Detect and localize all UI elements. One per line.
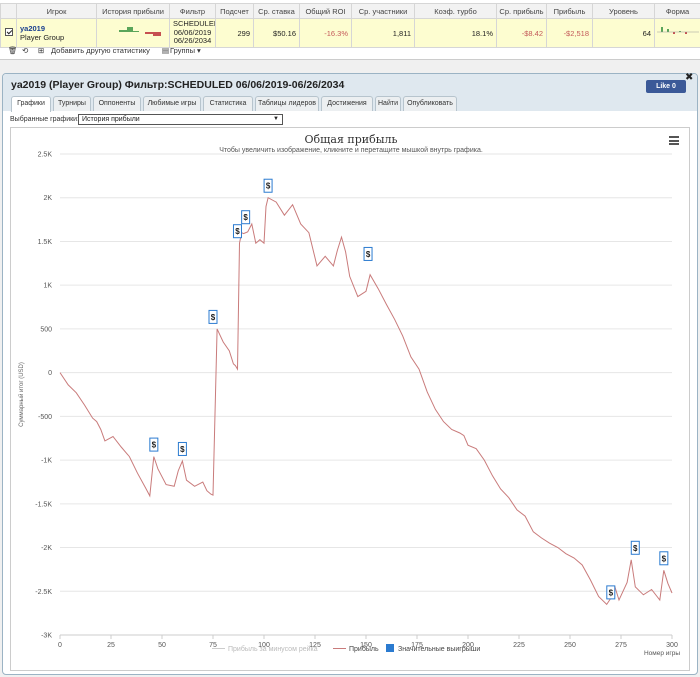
y-tick-label: -2K bbox=[41, 545, 52, 552]
chevron-down-icon[interactable]: ▾ bbox=[197, 46, 201, 55]
col-form[interactable]: Форма bbox=[654, 3, 700, 19]
level-value: 64 bbox=[592, 18, 655, 48]
profit-chart[interactable]: Общая прибыльЧтобы увеличить изображение… bbox=[11, 128, 691, 672]
y-tick-label: 1.5K bbox=[38, 239, 53, 246]
significant-win-label: $ bbox=[266, 182, 271, 191]
col-avg-profit[interactable]: Ср. прибыль bbox=[496, 3, 547, 19]
chart-subtitle: Чтобы увеличить изображение, кликните и … bbox=[219, 146, 483, 154]
y-tick-label: 500 bbox=[40, 326, 52, 333]
add-stat-link[interactable]: Добавить другую статистику bbox=[51, 46, 150, 55]
col-roi[interactable]: Общий ROI bbox=[299, 3, 352, 19]
x-tick-label: 225 bbox=[513, 642, 525, 649]
x-tick-label: 300 bbox=[666, 642, 678, 649]
tab-statistics[interactable]: Статистика bbox=[203, 96, 253, 111]
y-tick-label: 1K bbox=[43, 283, 52, 290]
avg-profit-value: -$8.42 bbox=[496, 18, 547, 48]
significant-win-label: $ bbox=[180, 445, 185, 454]
refresh-icon[interactable]: ⟲ bbox=[22, 46, 28, 55]
col-avg-entrants[interactable]: Ср. участники bbox=[351, 3, 415, 19]
col-avg-stake[interactable]: Ср. ставка bbox=[253, 3, 300, 19]
player-panel: ya2019 (Player Group) Фильтр:SCHEDULED 0… bbox=[2, 72, 698, 675]
significant-win-label: $ bbox=[633, 544, 638, 553]
y-tick-label: -2.5K bbox=[35, 589, 52, 596]
table-row: ya2019 Player Group SCHEDULED 06/06/2019… bbox=[0, 18, 700, 48]
x-tick-label: 75 bbox=[209, 642, 217, 649]
legend-item-wins: Значительные выигрыши bbox=[398, 646, 480, 653]
panel-header: ya2019 (Player Group) Фильтр:SCHEDULED 0… bbox=[3, 72, 697, 112]
hamburger-menu-icon[interactable] bbox=[669, 136, 679, 145]
legend-item-rake: Прибыль за минусом рейка bbox=[228, 645, 318, 653]
significant-win-label: $ bbox=[235, 227, 240, 236]
significant-win-label: $ bbox=[366, 250, 371, 259]
y-tick-label: 2K bbox=[43, 195, 52, 202]
filter-cell: SCHEDULED 06/06/2019 06/26/2034 bbox=[169, 18, 216, 48]
row-checkbox[interactable] bbox=[4, 28, 13, 36]
trash-icon[interactable]: 🗑 bbox=[8, 46, 18, 55]
y-tick-label: -1.5K bbox=[35, 501, 52, 508]
significant-win-label: $ bbox=[243, 213, 248, 222]
col-turbo[interactable]: Коэф. турбо bbox=[414, 3, 497, 19]
stats-toolbar: 🗑 ⟲ ⊞ Добавить другую статистику ▤ Групп… bbox=[0, 45, 700, 57]
col-profit[interactable]: Прибыль bbox=[546, 3, 593, 19]
groups-icon[interactable]: ▤ bbox=[162, 46, 169, 55]
col-profit-history[interactable]: История прибыли bbox=[96, 3, 170, 19]
chevron-down-icon: ▼ bbox=[273, 116, 279, 122]
profit-history-sparkline bbox=[96, 18, 170, 48]
roi-value: -16.3% bbox=[299, 18, 352, 48]
chart-select[interactable]: История прибыли ▼ bbox=[78, 114, 283, 125]
chart-container: Общая прибыль Чтобы увеличить изображение… bbox=[10, 127, 690, 671]
player-name[interactable]: ya2019 bbox=[20, 24, 93, 33]
col-count[interactable]: Подсчет bbox=[215, 3, 254, 19]
x-tick-label: 50 bbox=[158, 642, 166, 649]
stats-area: Игрок История прибыли Фильтр Подсчет Ср.… bbox=[0, 0, 700, 60]
x-tick-label: 250 bbox=[564, 642, 576, 649]
tab-tournaments[interactable]: Турниры bbox=[53, 96, 91, 111]
stats-table: Игрок История прибыли Фильтр Подсчет Ср.… bbox=[0, 3, 700, 48]
form-chart-icon bbox=[657, 27, 699, 34]
significant-win-label: $ bbox=[211, 313, 216, 322]
form-sparkline bbox=[654, 18, 700, 48]
groups-dropdown[interactable]: Группы bbox=[170, 46, 195, 55]
col-player[interactable]: Игрок bbox=[16, 3, 97, 19]
y-tick-label: -500 bbox=[38, 414, 52, 421]
add-stat-icon[interactable]: ⊞ bbox=[38, 46, 44, 55]
y-tick-label: 2.5K bbox=[38, 152, 53, 159]
y-tick-label: -1K bbox=[41, 458, 52, 465]
significant-win-label: $ bbox=[662, 554, 667, 563]
y-axis-label: Суммарный итог (USD) bbox=[18, 362, 25, 427]
tab-publish[interactable]: Опубликовать bbox=[403, 96, 457, 111]
x-tick-label: 275 bbox=[615, 642, 627, 649]
count-value: 299 bbox=[215, 18, 254, 48]
x-tick-label: 25 bbox=[107, 642, 115, 649]
tab-find[interactable]: Найти bbox=[375, 96, 401, 111]
player-cell: ya2019 Player Group bbox=[16, 18, 97, 48]
table-header-row: Игрок История прибыли Фильтр Подсчет Ср.… bbox=[0, 3, 700, 19]
tab-leaderboards[interactable]: Таблицы лидеров bbox=[255, 96, 319, 111]
chart-select-label: Выбранные графики: bbox=[10, 116, 80, 123]
x-tick-label: 0 bbox=[58, 642, 62, 649]
col-level[interactable]: Уровень bbox=[592, 3, 655, 19]
significant-win-label: $ bbox=[609, 588, 614, 597]
y-tick-label: 0 bbox=[48, 370, 52, 377]
y-tick-label: -3K bbox=[41, 633, 52, 640]
chart-title: Общая прибыль bbox=[305, 133, 398, 146]
legend-item-profit: Прибыль bbox=[349, 645, 379, 653]
significant-win-label: $ bbox=[152, 441, 157, 450]
panel-title: ya2019 (Player Group) Фильтр:SCHEDULED 0… bbox=[11, 79, 345, 91]
tab-charts[interactable]: Графики bbox=[11, 96, 51, 112]
sparkline-icon bbox=[111, 27, 161, 36]
avg-stake-value: $50.16 bbox=[253, 18, 300, 48]
tab-achievements[interactable]: Достижения bbox=[321, 96, 373, 111]
tab-favorite-games[interactable]: Любимые игры bbox=[143, 96, 201, 111]
legend-symbol-wins bbox=[386, 644, 394, 652]
x-axis-label: Номер игры bbox=[644, 650, 680, 657]
player-group: Player Group bbox=[20, 33, 65, 42]
tab-opponents[interactable]: Оппоненты bbox=[93, 96, 141, 111]
close-icon[interactable]: ✖ bbox=[685, 72, 693, 83]
facebook-like-button[interactable]: Like 0 bbox=[646, 80, 686, 93]
avg-entrants-value: 1,811 bbox=[351, 18, 415, 48]
profit-value: -$2,518 bbox=[546, 18, 593, 48]
col-filter[interactable]: Фильтр bbox=[169, 3, 216, 19]
turbo-value: 18.1% bbox=[414, 18, 497, 48]
